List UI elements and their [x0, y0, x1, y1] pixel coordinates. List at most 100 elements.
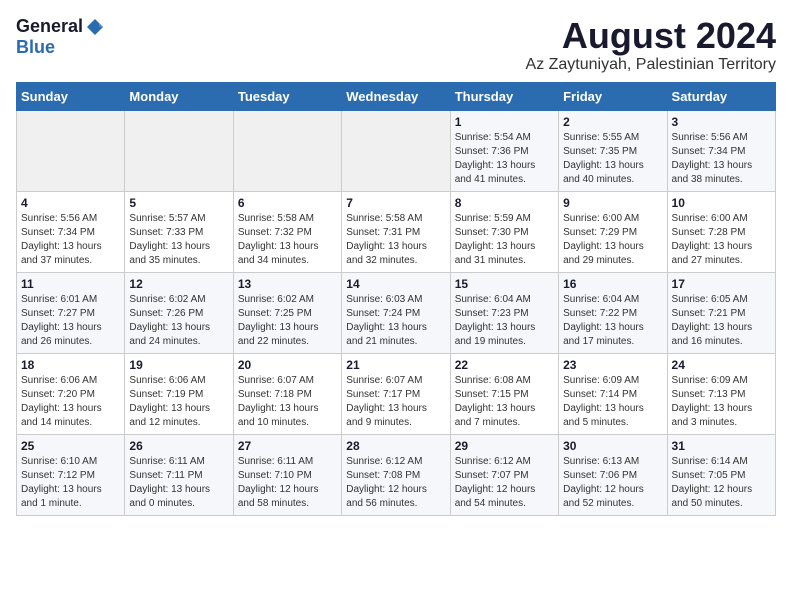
- calendar-cell: 30 Sunrise: 6:13 AMSunset: 7:06 PMDaylig…: [559, 434, 667, 515]
- calendar-table: Sunday Monday Tuesday Wednesday Thursday…: [16, 82, 776, 516]
- day-number: 10: [672, 196, 771, 210]
- page-header: General Blue August 2024 Az Zaytuniyah, …: [16, 16, 776, 74]
- calendar-week-5: 25 Sunrise: 6:10 AMSunset: 7:12 PMDaylig…: [17, 434, 776, 515]
- logo-general: General: [16, 16, 83, 37]
- day-info: Sunrise: 5:56 AMSunset: 7:34 PMDaylight:…: [21, 213, 102, 266]
- day-info: Sunrise: 6:04 AMSunset: 7:23 PMDaylight:…: [455, 294, 536, 347]
- day-number: 28: [346, 439, 445, 453]
- day-info: Sunrise: 6:03 AMSunset: 7:24 PMDaylight:…: [346, 294, 427, 347]
- day-number: 29: [455, 439, 554, 453]
- day-info: Sunrise: 5:59 AMSunset: 7:30 PMDaylight:…: [455, 213, 536, 266]
- day-number: 13: [238, 277, 337, 291]
- page-subtitle: Az Zaytuniyah, Palestinian Territory: [526, 56, 776, 74]
- calendar-cell: 20 Sunrise: 6:07 AMSunset: 7:18 PMDaylig…: [233, 353, 341, 434]
- day-number: 31: [672, 439, 771, 453]
- day-number: 3: [672, 115, 771, 129]
- calendar-header-row: Sunday Monday Tuesday Wednesday Thursday…: [17, 82, 776, 110]
- day-info: Sunrise: 6:07 AMSunset: 7:18 PMDaylight:…: [238, 375, 319, 428]
- day-number: 9: [563, 196, 662, 210]
- day-info: Sunrise: 5:58 AMSunset: 7:31 PMDaylight:…: [346, 213, 427, 266]
- calendar-week-2: 4 Sunrise: 5:56 AMSunset: 7:34 PMDayligh…: [17, 191, 776, 272]
- day-number: 21: [346, 358, 445, 372]
- day-number: 22: [455, 358, 554, 372]
- calendar-cell: 1 Sunrise: 5:54 AMSunset: 7:36 PMDayligh…: [450, 110, 558, 191]
- page-title: August 2024: [526, 16, 776, 56]
- day-number: 27: [238, 439, 337, 453]
- day-info: Sunrise: 6:02 AMSunset: 7:26 PMDaylight:…: [129, 294, 210, 347]
- day-info: Sunrise: 6:01 AMSunset: 7:27 PMDaylight:…: [21, 294, 102, 347]
- calendar-cell: 16 Sunrise: 6:04 AMSunset: 7:22 PMDaylig…: [559, 272, 667, 353]
- day-info: Sunrise: 6:08 AMSunset: 7:15 PMDaylight:…: [455, 375, 536, 428]
- day-number: 16: [563, 277, 662, 291]
- calendar-cell: [233, 110, 341, 191]
- day-info: Sunrise: 6:11 AMSunset: 7:11 PMDaylight:…: [129, 456, 210, 509]
- day-number: 25: [21, 439, 120, 453]
- day-info: Sunrise: 6:09 AMSunset: 7:14 PMDaylight:…: [563, 375, 644, 428]
- day-number: 6: [238, 196, 337, 210]
- day-number: 30: [563, 439, 662, 453]
- logo-icon: [85, 17, 105, 37]
- header-thursday: Thursday: [450, 82, 558, 110]
- day-info: Sunrise: 6:06 AMSunset: 7:19 PMDaylight:…: [129, 375, 210, 428]
- calendar-week-3: 11 Sunrise: 6:01 AMSunset: 7:27 PMDaylig…: [17, 272, 776, 353]
- calendar-cell: 13 Sunrise: 6:02 AMSunset: 7:25 PMDaylig…: [233, 272, 341, 353]
- calendar-cell: 17 Sunrise: 6:05 AMSunset: 7:21 PMDaylig…: [667, 272, 775, 353]
- calendar-cell: 24 Sunrise: 6:09 AMSunset: 7:13 PMDaylig…: [667, 353, 775, 434]
- day-number: 8: [455, 196, 554, 210]
- day-number: 18: [21, 358, 120, 372]
- day-info: Sunrise: 5:58 AMSunset: 7:32 PMDaylight:…: [238, 213, 319, 266]
- calendar-cell: 15 Sunrise: 6:04 AMSunset: 7:23 PMDaylig…: [450, 272, 558, 353]
- calendar-cell: 29 Sunrise: 6:12 AMSunset: 7:07 PMDaylig…: [450, 434, 558, 515]
- calendar-cell: 8 Sunrise: 5:59 AMSunset: 7:30 PMDayligh…: [450, 191, 558, 272]
- day-info: Sunrise: 6:13 AMSunset: 7:06 PMDaylight:…: [563, 456, 644, 509]
- calendar-cell: [342, 110, 450, 191]
- calendar-cell: 12 Sunrise: 6:02 AMSunset: 7:26 PMDaylig…: [125, 272, 233, 353]
- calendar-cell: 23 Sunrise: 6:09 AMSunset: 7:14 PMDaylig…: [559, 353, 667, 434]
- calendar-cell: 28 Sunrise: 6:12 AMSunset: 7:08 PMDaylig…: [342, 434, 450, 515]
- calendar-cell: [17, 110, 125, 191]
- calendar-cell: 7 Sunrise: 5:58 AMSunset: 7:31 PMDayligh…: [342, 191, 450, 272]
- calendar-cell: 31 Sunrise: 6:14 AMSunset: 7:05 PMDaylig…: [667, 434, 775, 515]
- calendar-cell: 9 Sunrise: 6:00 AMSunset: 7:29 PMDayligh…: [559, 191, 667, 272]
- calendar-week-4: 18 Sunrise: 6:06 AMSunset: 7:20 PMDaylig…: [17, 353, 776, 434]
- day-number: 24: [672, 358, 771, 372]
- header-saturday: Saturday: [667, 82, 775, 110]
- calendar-cell: 19 Sunrise: 6:06 AMSunset: 7:19 PMDaylig…: [125, 353, 233, 434]
- day-info: Sunrise: 6:12 AMSunset: 7:07 PMDaylight:…: [455, 456, 536, 509]
- day-number: 14: [346, 277, 445, 291]
- header-wednesday: Wednesday: [342, 82, 450, 110]
- day-number: 4: [21, 196, 120, 210]
- day-number: 20: [238, 358, 337, 372]
- calendar-cell: [125, 110, 233, 191]
- day-number: 11: [21, 277, 120, 291]
- day-number: 7: [346, 196, 445, 210]
- header-monday: Monday: [125, 82, 233, 110]
- day-number: 12: [129, 277, 228, 291]
- day-info: Sunrise: 6:14 AMSunset: 7:05 PMDaylight:…: [672, 456, 753, 509]
- day-info: Sunrise: 6:00 AMSunset: 7:29 PMDaylight:…: [563, 213, 644, 266]
- day-number: 23: [563, 358, 662, 372]
- calendar-cell: 26 Sunrise: 6:11 AMSunset: 7:11 PMDaylig…: [125, 434, 233, 515]
- calendar-week-1: 1 Sunrise: 5:54 AMSunset: 7:36 PMDayligh…: [17, 110, 776, 191]
- header-tuesday: Tuesday: [233, 82, 341, 110]
- day-number: 2: [563, 115, 662, 129]
- calendar-cell: 2 Sunrise: 5:55 AMSunset: 7:35 PMDayligh…: [559, 110, 667, 191]
- day-info: Sunrise: 5:56 AMSunset: 7:34 PMDaylight:…: [672, 132, 753, 185]
- calendar-cell: 4 Sunrise: 5:56 AMSunset: 7:34 PMDayligh…: [17, 191, 125, 272]
- day-number: 15: [455, 277, 554, 291]
- logo: General Blue: [16, 16, 107, 58]
- calendar-cell: 18 Sunrise: 6:06 AMSunset: 7:20 PMDaylig…: [17, 353, 125, 434]
- calendar-cell: 27 Sunrise: 6:11 AMSunset: 7:10 PMDaylig…: [233, 434, 341, 515]
- calendar-cell: 5 Sunrise: 5:57 AMSunset: 7:33 PMDayligh…: [125, 191, 233, 272]
- day-info: Sunrise: 6:10 AMSunset: 7:12 PMDaylight:…: [21, 456, 102, 509]
- day-info: Sunrise: 5:55 AMSunset: 7:35 PMDaylight:…: [563, 132, 644, 185]
- header-friday: Friday: [559, 82, 667, 110]
- logo-blue: Blue: [16, 37, 55, 57]
- day-info: Sunrise: 6:07 AMSunset: 7:17 PMDaylight:…: [346, 375, 427, 428]
- calendar-cell: 11 Sunrise: 6:01 AMSunset: 7:27 PMDaylig…: [17, 272, 125, 353]
- day-number: 5: [129, 196, 228, 210]
- day-number: 1: [455, 115, 554, 129]
- day-info: Sunrise: 6:00 AMSunset: 7:28 PMDaylight:…: [672, 213, 753, 266]
- day-info: Sunrise: 6:12 AMSunset: 7:08 PMDaylight:…: [346, 456, 427, 509]
- header-sunday: Sunday: [17, 82, 125, 110]
